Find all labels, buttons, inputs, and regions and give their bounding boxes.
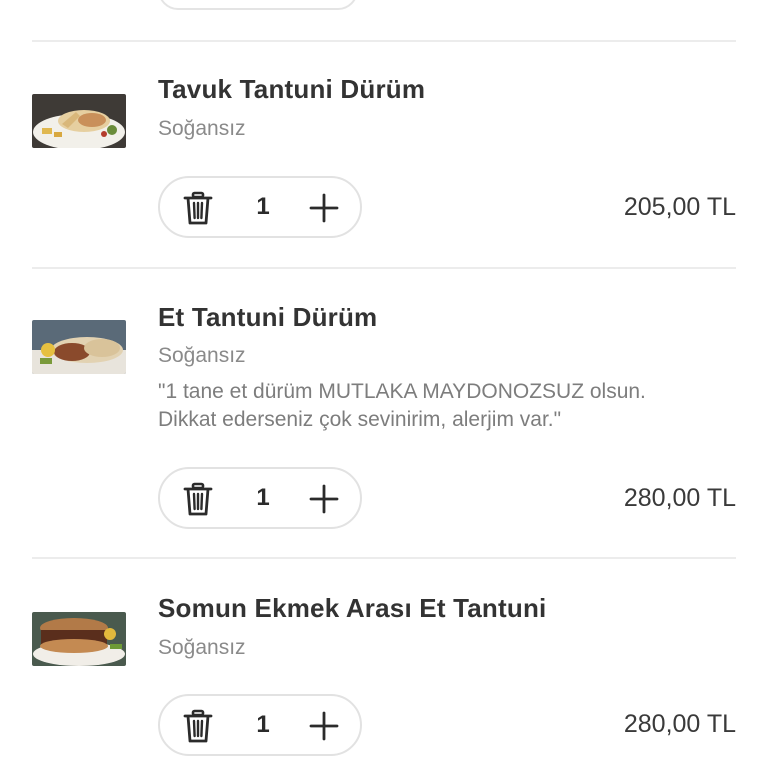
quantity-stepper[interactable]: 1 bbox=[158, 467, 362, 529]
product-photo-wrap bbox=[32, 94, 126, 148]
trash-icon[interactable] bbox=[180, 190, 216, 226]
item-option: Soğansız bbox=[158, 636, 246, 659]
product-photo-wrap bbox=[32, 612, 126, 666]
item-option: Soğansız bbox=[158, 344, 246, 367]
item-option: Soğansız bbox=[158, 117, 246, 140]
item-note-line: "1 tane et dürüm MUTLAKA MAYDONOZSUZ ols… bbox=[158, 380, 646, 403]
item-divider bbox=[32, 557, 736, 559]
item-divider bbox=[32, 40, 736, 42]
quantity-value: 1 bbox=[256, 484, 270, 511]
quantity-stepper[interactable]: 1 bbox=[158, 694, 362, 756]
plus-icon[interactable] bbox=[306, 190, 342, 226]
item-price: 280,00 TL bbox=[623, 484, 736, 512]
product-image bbox=[32, 320, 126, 374]
quantity-value: 1 bbox=[256, 711, 270, 738]
trash-icon[interactable] bbox=[180, 708, 216, 744]
quantity-stepper[interactable]: 1 bbox=[158, 176, 362, 238]
quantity-value: 1 bbox=[256, 193, 270, 220]
previous-item-stepper[interactable] bbox=[158, 0, 358, 10]
item-name: Tavuk Tantuni Dürüm bbox=[158, 74, 426, 104]
item-price: 280,00 TL bbox=[623, 710, 736, 738]
item-note-line: Dikkat ederseniz çok sevinirim, alerjim … bbox=[158, 408, 562, 431]
item-name: Et Tantuni Dürüm bbox=[158, 302, 378, 332]
trash-icon[interactable] bbox=[180, 481, 216, 517]
item-divider bbox=[32, 267, 736, 269]
product-image bbox=[32, 94, 126, 148]
item-note: "1 tane et dürüm MUTLAKA MAYDONOZSUZ ols… bbox=[158, 378, 748, 434]
item-name: Somun Ekmek Arası Et Tantuni bbox=[158, 593, 547, 623]
item-price: 205,00 TL bbox=[623, 193, 736, 221]
product-image bbox=[32, 612, 126, 666]
product-photo-wrap bbox=[32, 320, 126, 374]
plus-icon[interactable] bbox=[306, 481, 342, 517]
plus-icon[interactable] bbox=[306, 708, 342, 744]
